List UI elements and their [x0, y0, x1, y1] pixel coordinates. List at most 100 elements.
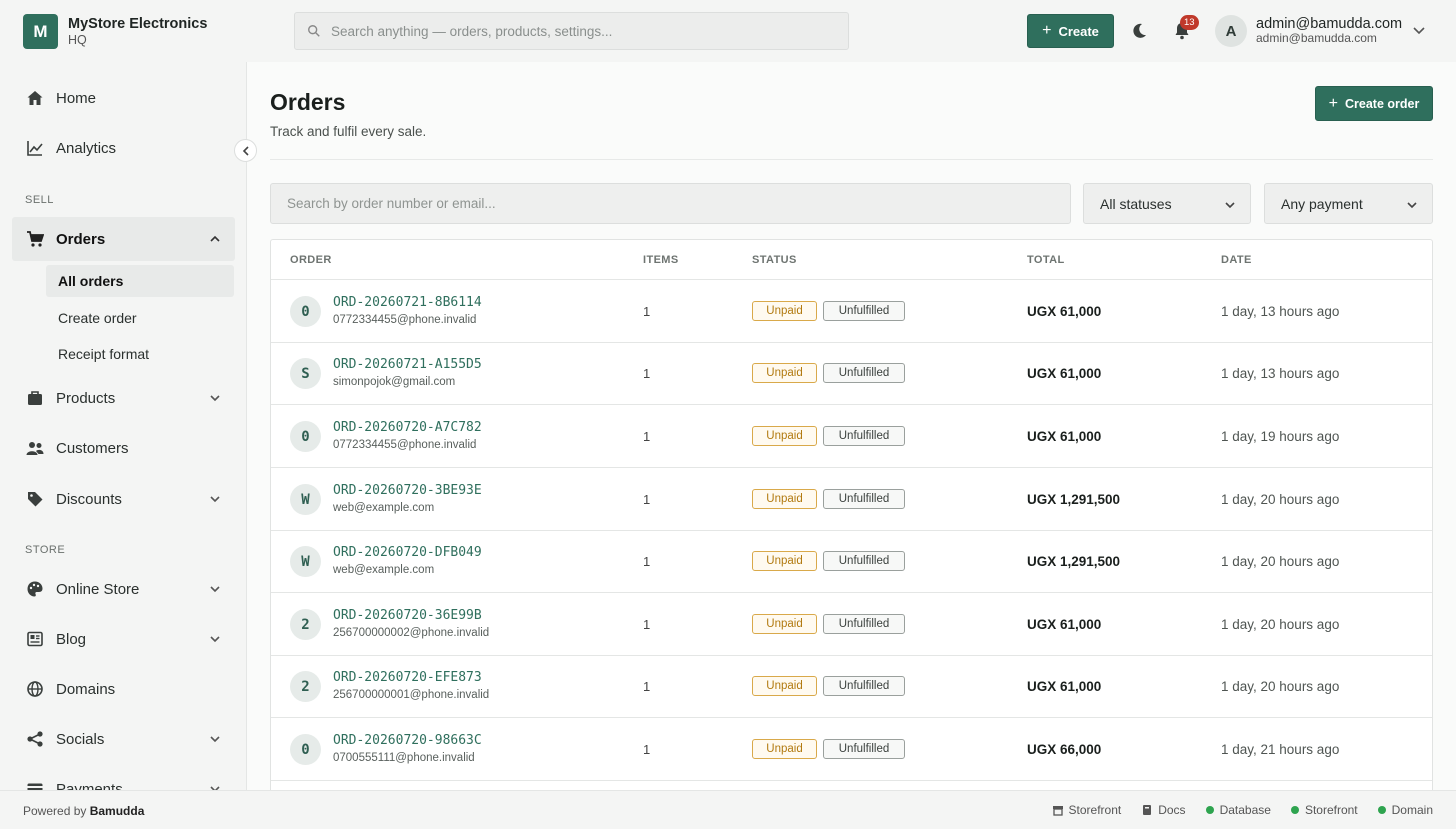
order-date: 1 day, 20 hours ago [1221, 492, 1340, 507]
section-label-store: STORE [25, 544, 66, 556]
dark-mode-toggle-icon[interactable] [1128, 20, 1150, 42]
order-search-input[interactable] [270, 183, 1071, 224]
customer-avatar: S [290, 358, 321, 389]
book-icon [1143, 805, 1152, 815]
box-icon [28, 391, 42, 405]
order-number-link[interactable]: ORD-20260721-A155D5 [333, 357, 482, 372]
table-row[interactable]: 0 ORD-20260721-8B6114 0772334455@phone.i… [271, 280, 1432, 343]
order-number-link[interactable]: ORD-20260720-36E99B [333, 608, 482, 623]
sidebar-item-orders[interactable]: Orders [12, 217, 235, 261]
sidebar-item-domains[interactable]: Domains [12, 667, 235, 711]
customer-avatar: 2 [290, 609, 321, 640]
payment-filter-select[interactable]: Any payment [1264, 183, 1433, 224]
sidebar-item-socials[interactable]: Socials [12, 717, 235, 761]
collapse-sidebar-button[interactable] [234, 139, 257, 162]
footer-link-storefront[interactable]: Storefront [1052, 803, 1121, 817]
global-search[interactable] [294, 12, 849, 50]
customer-avatar: 2 [290, 671, 321, 702]
table-row[interactable]: S ORD-20260721-A155D5 simonpojok@gmail.c… [271, 342, 1432, 405]
sidebar-subitem-create-order[interactable]: Create order [46, 302, 234, 334]
sidebar-item-customers[interactable]: Customers [12, 426, 235, 470]
status-label: Domain [1391, 803, 1433, 817]
customer-email: 256700000002@phone.invalid [333, 627, 490, 639]
chevron-down-icon [210, 636, 220, 643]
table-row[interactable]: 2 ORD-20260720-36E99B 256700000002@phone… [271, 593, 1432, 656]
sidebar-item-discounts[interactable]: Discounts [12, 477, 235, 521]
sidebar-item-home[interactable]: Home [12, 76, 235, 120]
footer: Powered by Bamudda Storefront Docs Datab… [0, 790, 1456, 829]
order-total: UGX 61,000 [1027, 429, 1102, 444]
sidebar-item-label: Blog [56, 630, 87, 648]
chevron-down-icon[interactable] [1412, 26, 1426, 36]
item-count: 1 [643, 429, 651, 444]
powered-by-brand[interactable]: Bamudda [90, 804, 145, 818]
avatar: A [1215, 15, 1247, 47]
order-number-link[interactable]: ORD-20260720-A7C782 [333, 420, 482, 435]
sidebar-subitem-all-orders[interactable]: All orders [46, 265, 234, 297]
footer-link-label: Docs [1158, 803, 1186, 817]
table-row[interactable]: 0 ORD-20260720-A7C782 0772334455@phone.i… [271, 405, 1432, 468]
column-header-total[interactable]: TOTAL [1027, 254, 1065, 266]
customer-avatar: 0 [290, 296, 321, 327]
table-row[interactable]: W ORD-20260720-DFB049 web@example.com 1 … [271, 530, 1432, 593]
order-total: UGX 61,000 [1027, 366, 1102, 381]
fulfillment-status-badge: Unfulfilled [823, 739, 905, 759]
order-number-link[interactable]: ORD-20260720-98663C [333, 733, 482, 748]
customer-email: 256700000001@phone.invalid [333, 689, 490, 701]
sidebar-item-products[interactable]: Products [12, 376, 235, 420]
sidebar-item-blog[interactable]: Blog [12, 617, 235, 661]
order-number-link[interactable]: ORD-20260720-DFB049 [333, 545, 482, 560]
status-domain: Domain [1377, 803, 1433, 817]
column-header-status[interactable]: STATUS [752, 254, 797, 266]
column-header-items[interactable]: ITEMS [643, 254, 679, 266]
sidebar-subitem-receipt-format[interactable]: Receipt format [46, 338, 234, 370]
create-order-button[interactable]: + Create order [1315, 86, 1433, 121]
customer-avatar: 0 [290, 421, 321, 452]
table-row[interactable]: 0 ORD-20260720-98663C 0700555111@phone.i… [271, 718, 1432, 781]
create-button[interactable]: + Create [1027, 14, 1114, 48]
user-email: admin@bamudda.com [1256, 31, 1377, 46]
customer-avatar: W [290, 546, 321, 577]
sidebar-item-online-store[interactable]: Online Store [12, 567, 235, 611]
table-row[interactable]: W ORD-20260720-3BE93E web@example.com 1 … [271, 468, 1432, 531]
status-dot-icon [1290, 806, 1299, 814]
order-number-link[interactable]: ORD-20260720-3BE93E [333, 483, 482, 498]
sidebar-item-payments[interactable]: Payments [12, 767, 235, 790]
sidebar: Home Analytics SELL Orders All orders Cr… [0, 62, 247, 790]
order-date: 1 day, 20 hours ago [1221, 617, 1340, 632]
order-date: 1 day, 20 hours ago [1221, 554, 1340, 569]
status-dot-icon [1205, 806, 1214, 814]
users-icon [26, 442, 44, 455]
chevron-down-icon [210, 586, 220, 593]
order-number-link[interactable]: ORD-20260720-EFE873 [333, 670, 482, 685]
column-header-order[interactable]: ORDER [290, 254, 332, 266]
order-total: UGX 61,000 [1027, 617, 1102, 632]
order-date: 1 day, 13 hours ago [1221, 304, 1340, 319]
order-number-link[interactable]: ORD-20260721-8B6114 [333, 295, 482, 310]
customer-avatar: 0 [290, 734, 321, 765]
column-header-date[interactable]: DATE [1221, 254, 1252, 266]
sidebar-item-label: Socials [56, 730, 105, 748]
plus-icon: + [1328, 94, 1338, 112]
create-label: Create [1058, 23, 1099, 39]
main-content: Orders Track and fulfil every sale. + Cr… [247, 62, 1456, 790]
fulfillment-status-badge: Unfulfilled [823, 614, 905, 634]
customer-email: web@example.com [333, 502, 435, 514]
item-count: 1 [643, 617, 651, 632]
page-subtitle: Track and fulfil every sale. [270, 124, 427, 139]
powered-by: Powered by Bamudda [23, 804, 144, 818]
status-filter-select[interactable]: All statuses [1083, 183, 1251, 224]
sidebar-item-analytics[interactable]: Analytics [12, 126, 235, 170]
sidebar-item-label: Products [56, 389, 116, 407]
payment-status-badge: Unpaid [752, 676, 817, 696]
page-title: Orders [270, 89, 346, 115]
chart-line-icon [27, 141, 43, 156]
global-search-input[interactable] [331, 23, 831, 39]
payment-status-badge: Unpaid [752, 363, 817, 383]
customer-email: 0772334455@phone.invalid [333, 439, 477, 451]
user-menu[interactable]: A admin@bamudda.com admin@bamudda.com [1215, 15, 1402, 47]
payment-status-badge: Unpaid [752, 739, 817, 759]
store-switcher[interactable]: M MyStore Electronics HQ [23, 14, 207, 49]
table-row[interactable]: 2 ORD-20260720-EFE873 256700000001@phone… [271, 655, 1432, 718]
footer-link-docs[interactable]: Docs [1141, 803, 1186, 817]
